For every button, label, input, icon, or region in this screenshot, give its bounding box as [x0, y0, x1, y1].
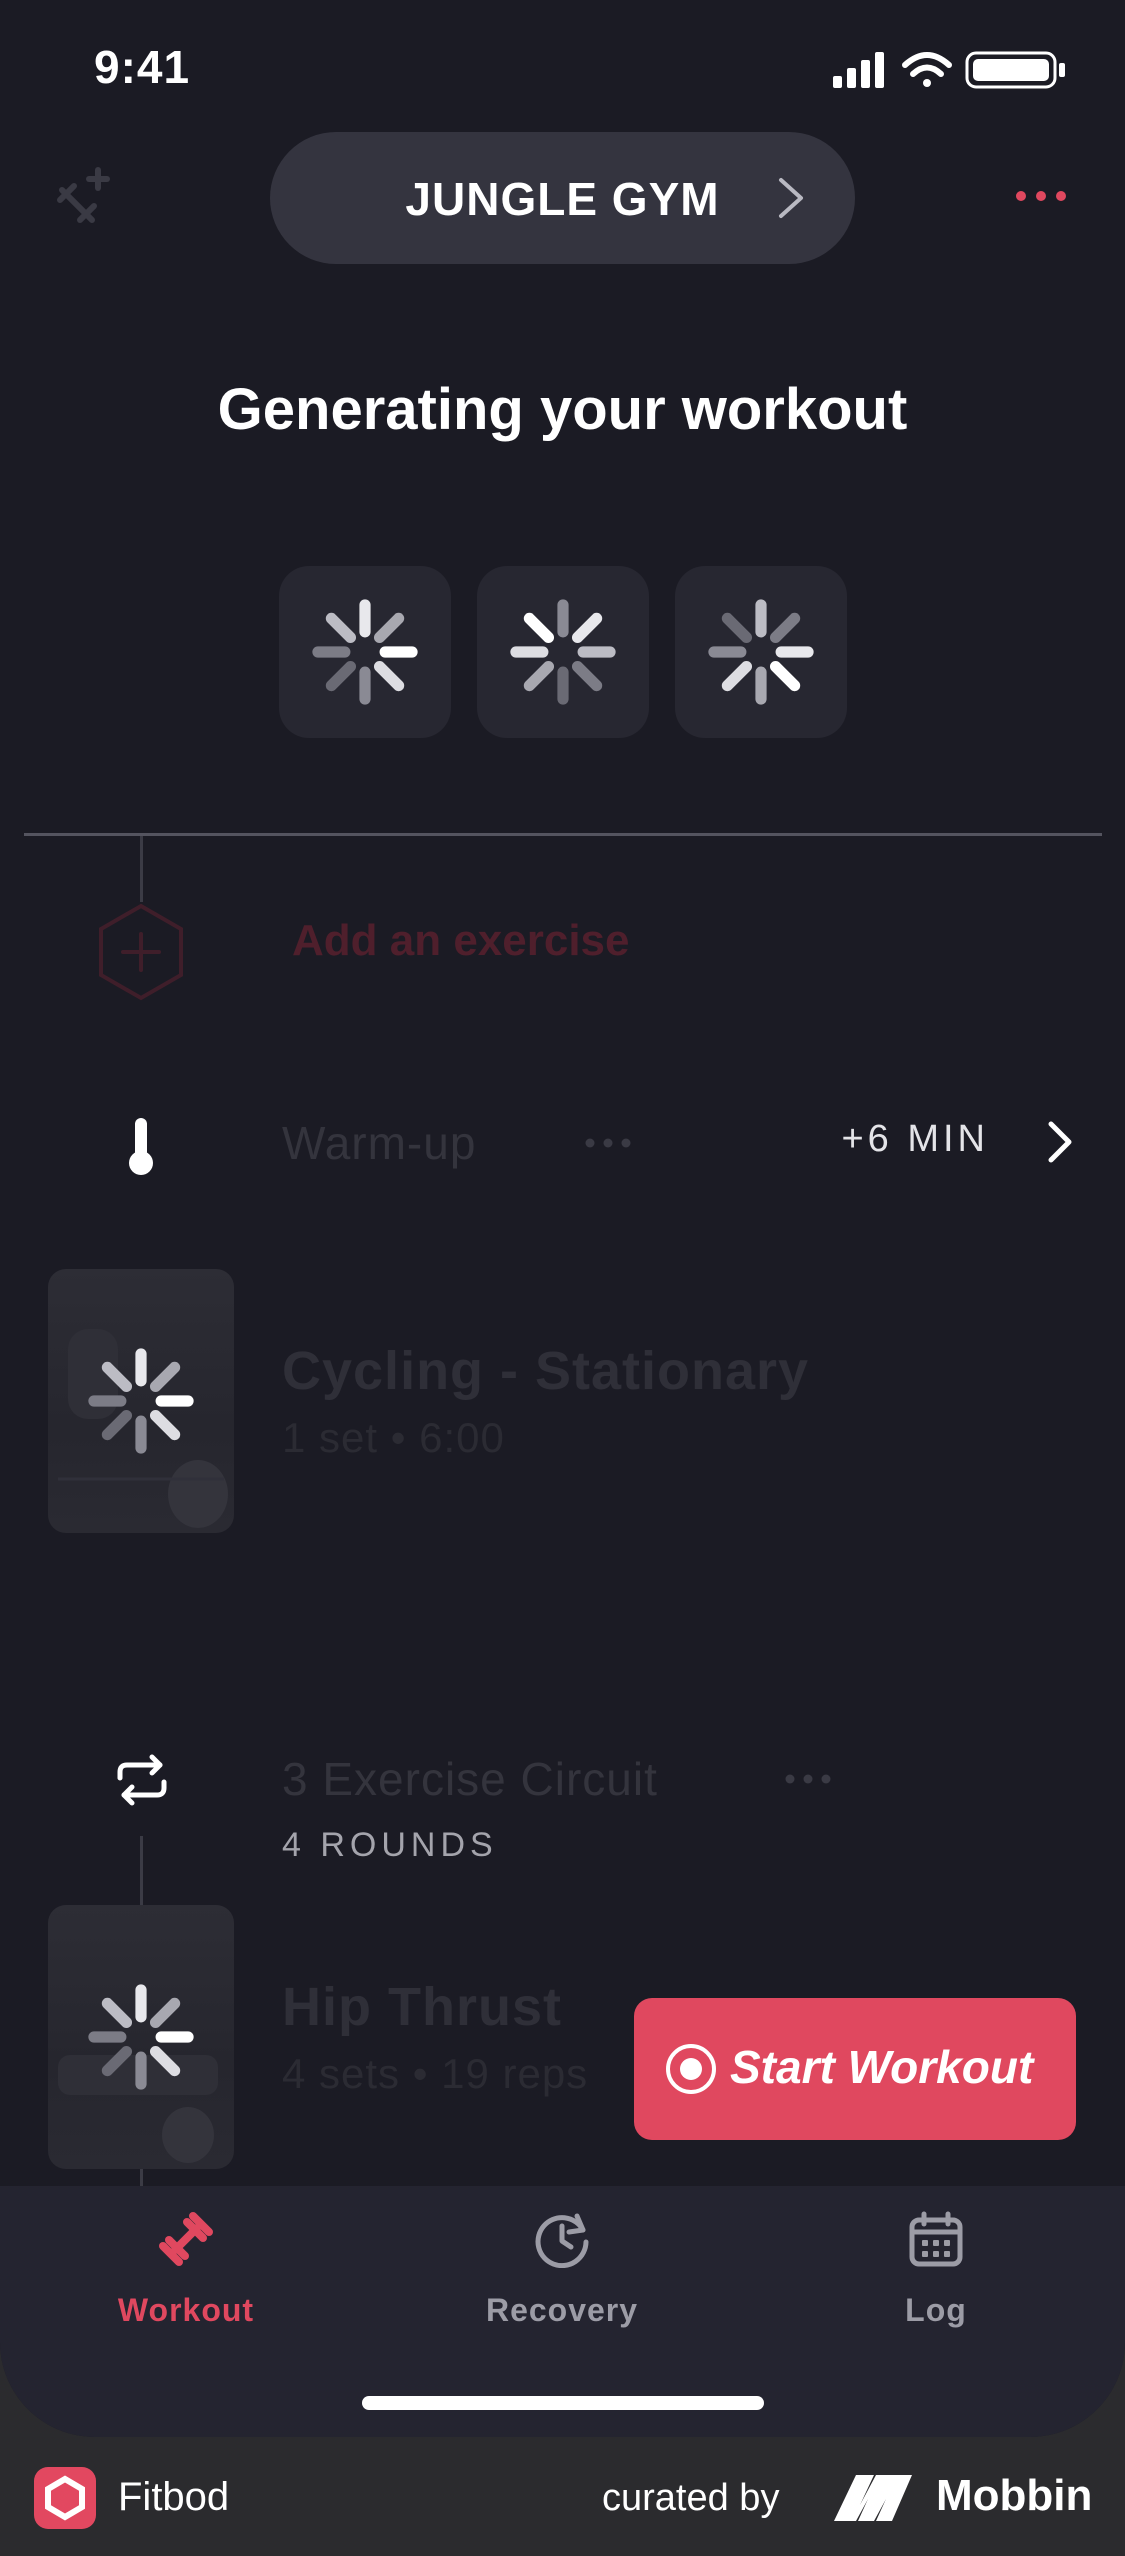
cellular-signal-icon — [833, 52, 884, 88]
repeat-icon — [117, 1754, 167, 1806]
gym-selector-button[interactable]: JUNGLE GYM — [270, 132, 855, 264]
circuit-rounds: 4 ROUNDS — [282, 1826, 498, 1864]
home-indicator — [362, 2396, 764, 2410]
gym-name: JUNGLE GYM — [405, 173, 720, 225]
exercise-thumbnail[interactable] — [48, 1269, 234, 1533]
wifi-icon — [902, 52, 952, 87]
status-icons — [833, 51, 1065, 89]
warmup-duration[interactable]: +6 MIN — [841, 1118, 989, 1161]
more-options-icon[interactable] — [1015, 186, 1067, 206]
footer-brand: Mobbin — [936, 2471, 1093, 2520]
loading-tile — [279, 566, 451, 738]
status-bar: 9:41 — [0, 0, 1125, 140]
add-exercise-hex-icon[interactable] — [96, 902, 186, 1002]
app-screen: 9:41 JUNGLE GYM Generating your workout … — [0, 0, 1125, 2437]
exercise-detail: 1 set • 6:00 — [282, 1414, 505, 1461]
loading-spinner-icon — [88, 1348, 194, 1454]
chevron-right-icon[interactable] — [1047, 1120, 1073, 1164]
circuit-label: 3 Exercise Circuit — [282, 1753, 658, 1805]
warmup-more-icon[interactable] — [584, 1136, 632, 1150]
fitbod-logo — [34, 2467, 96, 2529]
tab-label: Workout — [117, 2292, 255, 2328]
circuit-more-icon[interactable] — [784, 1772, 832, 1786]
loading-spinner-icon — [510, 599, 616, 705]
equipment-add-icon[interactable] — [54, 166, 116, 228]
loading-spinner-icon — [88, 1984, 194, 2090]
footer-bar: Fitbod curated by Mobbin — [0, 2437, 1125, 2556]
warmup-label: Warm-up — [282, 1117, 477, 1169]
timeline-line — [140, 836, 143, 902]
tab-recovery[interactable]: Recovery — [432, 2186, 692, 2346]
tab-label: Recovery — [485, 2292, 639, 2328]
exercise-detail: 4 sets • 19 reps — [282, 2050, 589, 2097]
exercise-thumbnail[interactable] — [48, 1905, 234, 2169]
thermometer-icon — [129, 1118, 153, 1175]
tab-label: Log — [905, 2292, 967, 2328]
calendar-icon — [909, 2211, 963, 2267]
dumbbell-icon — [159, 2212, 213, 2266]
record-icon — [666, 2044, 716, 2094]
start-workout-button[interactable]: Start Workout — [634, 1998, 1076, 2140]
loading-tile — [675, 566, 847, 738]
footer-app-name: Fitbod — [118, 2475, 230, 2519]
exercise-name[interactable]: Hip Thrust — [282, 1976, 562, 2038]
exercise-name[interactable]: Cycling - Stationary — [282, 1340, 809, 1402]
recovery-clock-icon — [535, 2213, 589, 2268]
tab-log[interactable]: Log — [806, 2186, 1066, 2346]
footer-curated-by: curated by — [602, 2477, 780, 2519]
divider — [24, 833, 1102, 836]
battery-icon — [965, 51, 1065, 89]
fitbod-logo-icon — [45, 2475, 85, 2521]
status-time: 9:41 — [94, 41, 191, 93]
generating-title: Generating your workout — [217, 377, 908, 442]
chevron-right-icon — [779, 178, 803, 218]
tab-workout[interactable]: Workout — [56, 2186, 316, 2346]
loading-spinner-icon — [708, 599, 814, 705]
start-workout-label: Start Workout — [730, 2041, 1034, 2093]
loading-tile — [477, 566, 649, 738]
add-exercise-label[interactable]: Add an exercise — [292, 916, 630, 966]
mobbin-logo-icon — [834, 2475, 912, 2521]
loading-spinner-icon — [312, 599, 418, 705]
